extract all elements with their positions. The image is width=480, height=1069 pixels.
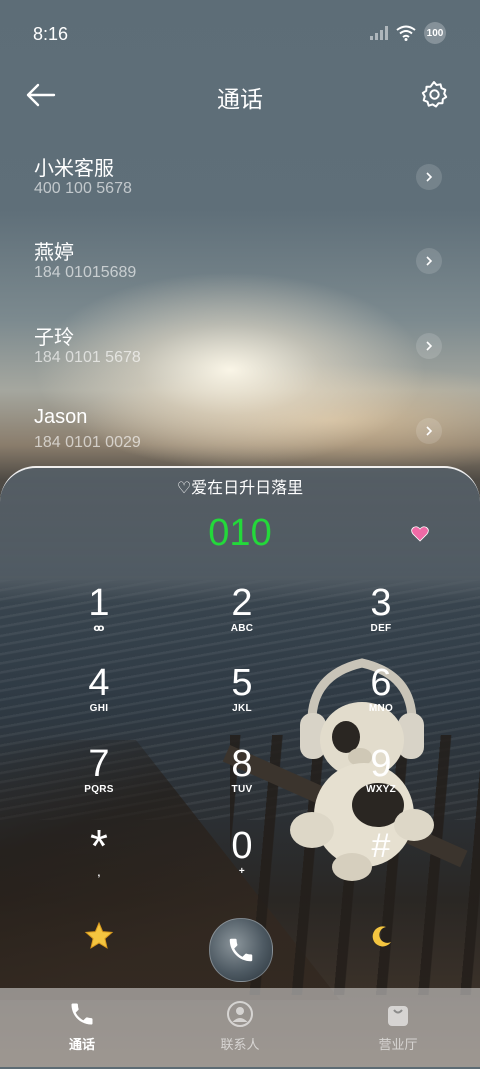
key-digit: 8 <box>231 743 253 785</box>
key-digit: 7 <box>88 743 110 785</box>
call-button[interactable] <box>209 918 273 982</box>
key-letters: TUV <box>231 784 253 795</box>
dial-key-0[interactable]: 0 + <box>187 826 297 898</box>
contact-number: 184 0101 5678 <box>34 349 141 366</box>
key-letters: DEF <box>370 623 392 634</box>
contact-item[interactable]: 子玲 184 0101 5678 <box>0 321 480 401</box>
bottom-nav: 通话 联系人 营业厅 <box>0 988 480 1067</box>
key-letters: WXYZ <box>365 784 397 795</box>
key-letters: GHI <box>89 703 109 714</box>
dial-key-2[interactable]: 2 ABC <box>187 583 297 655</box>
tab-service-hall[interactable]: 营业厅 <box>318 988 478 1067</box>
chevron-right-icon[interactable] <box>416 418 442 444</box>
dial-key-6[interactable]: 6 MNO <box>326 663 436 735</box>
person-icon <box>227 1001 253 1027</box>
page-title: 通话 <box>217 86 263 112</box>
contact-number: 184 0101 0029 <box>34 434 141 451</box>
key-digit: 0 <box>231 825 253 867</box>
system-icons: 100 <box>370 22 446 44</box>
key-digit: # <box>371 827 391 865</box>
key-letters: + <box>238 866 246 877</box>
key-digit: 4 <box>88 662 110 704</box>
chevron-right-icon[interactable] <box>416 248 442 274</box>
phone-icon <box>71 1003 93 1025</box>
dialer-motto: ♡爱在日升日落里 <box>176 480 304 497</box>
dial-key-1[interactable]: 1 ꝏ <box>44 583 154 655</box>
key-digit: 3 <box>370 582 392 624</box>
dial-key-star[interactable]: * , <box>44 820 154 896</box>
dial-key-9[interactable]: 9 WXYZ <box>326 744 436 816</box>
contact-number: 184 01015689 <box>34 264 137 281</box>
key-digit: * <box>90 820 108 872</box>
key-letters: , <box>97 868 101 879</box>
key-letters: MNO <box>368 703 394 714</box>
contact-item[interactable]: 燕婷 184 01015689 <box>0 236 480 316</box>
dialed-number[interactable]: 010 <box>0 512 480 555</box>
signal-icon <box>370 26 388 40</box>
voicemail-icon: ꝏ <box>93 623 105 634</box>
chevron-right-icon[interactable] <box>416 333 442 359</box>
status-bar: 8:16 100 <box>0 0 480 68</box>
wifi-icon <box>396 25 416 41</box>
key-digit: 2 <box>231 582 253 624</box>
contact-name: Jason <box>34 406 88 428</box>
dial-key-7[interactable]: 7 PQRS <box>44 744 154 816</box>
tab-label: 联系人 <box>220 1037 260 1052</box>
key-letters: PQRS <box>84 784 114 795</box>
dial-key-8[interactable]: 8 TUV <box>187 744 297 816</box>
key-digit: 1 <box>88 582 110 624</box>
key-digit: 6 <box>370 662 392 704</box>
key-letters: ABC <box>230 623 254 634</box>
shopping-bag-icon <box>388 1006 408 1026</box>
chevron-right-icon[interactable] <box>416 164 442 190</box>
tab-calls[interactable]: 通话 <box>2 988 162 1067</box>
moon-icon[interactable] <box>368 924 394 950</box>
dial-key-hash[interactable]: # <box>326 826 436 898</box>
phone-icon <box>229 938 253 962</box>
gear-icon[interactable] <box>420 80 448 108</box>
dial-key-3[interactable]: 3 DEF <box>326 583 436 655</box>
key-digit: 9 <box>370 743 392 785</box>
battery-icon: 100 <box>424 22 446 44</box>
dial-key-5[interactable]: 5 JKL <box>187 663 297 735</box>
contact-item[interactable]: 小米客服 400 100 5678 <box>0 152 480 232</box>
contact-name: 燕婷 <box>34 242 74 264</box>
star-icon[interactable] <box>84 921 114 951</box>
header: 通话 <box>0 70 480 120</box>
contact-number: 400 100 5678 <box>34 180 132 197</box>
contact-name: 小米客服 <box>34 158 114 180</box>
contact-name: 子玲 <box>34 327 74 349</box>
key-letters: JKL <box>232 703 252 714</box>
heart-icon <box>411 526 429 542</box>
tab-label: 营业厅 <box>378 1037 418 1052</box>
dial-key-4[interactable]: 4 GHI <box>44 663 154 735</box>
key-digit: 5 <box>231 662 253 704</box>
tab-label: 通话 <box>68 1037 95 1052</box>
status-time: 8:16 <box>33 24 69 44</box>
tab-contacts[interactable]: 联系人 <box>160 988 320 1067</box>
